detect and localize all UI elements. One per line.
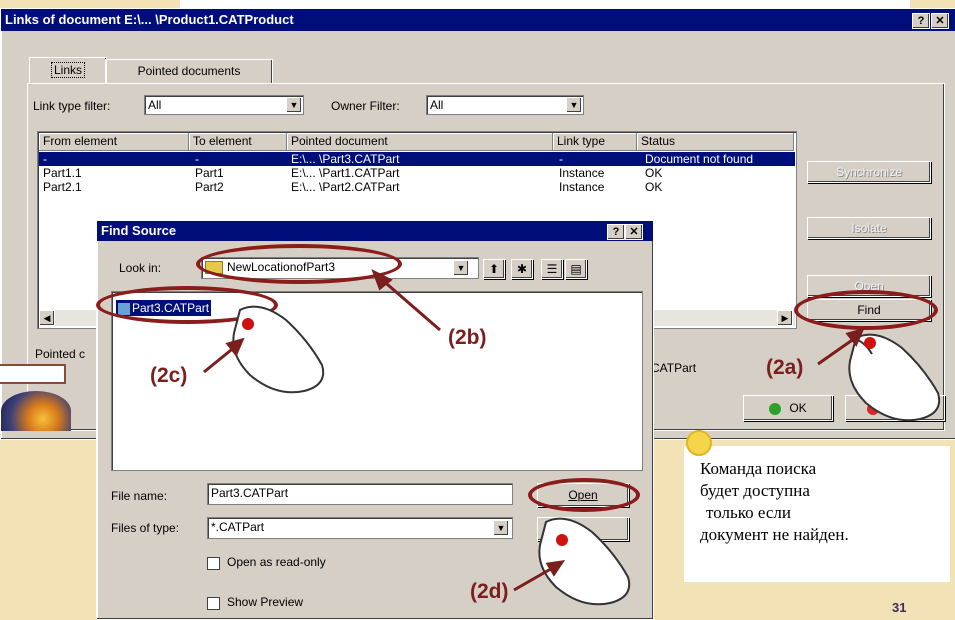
annotation-2c: (2c) [150,364,188,387]
preview-checkbox[interactable] [207,597,220,610]
files-type-label: Files of type: [111,521,180,535]
note-line: документ не найден. [700,525,849,544]
column-from-label: From element [43,134,118,148]
row-to: Part2 [195,180,224,194]
link-filter-label: Link type filter: [33,99,111,113]
find-cancel-button[interactable] [537,517,629,541]
row-type: Instance [559,166,605,180]
tab-links-label: Links [50,62,86,78]
column-pointed-label: Pointed document [291,134,388,148]
files-type-select[interactable]: *.CATPart [207,517,513,539]
note-line: только если [706,503,791,522]
owner-filter-select[interactable]: All [426,95,584,115]
annotation-2a: (2a) [766,356,804,379]
owner-filter-label: Owner Filter: [331,99,400,113]
note-line: Команда поиска [700,459,817,478]
ok-button[interactable]: OK [743,395,833,421]
find-highlight-ellipse [794,290,938,330]
bulb-icon [686,430,712,456]
list-view-icon[interactable]: ☰ [541,259,563,279]
preview-label: Show Preview [227,595,304,609]
cancel-label: Cancel [885,401,923,415]
pointed-value: CATPart [651,361,697,375]
cancel-icon [867,402,880,415]
ok-icon [769,402,782,415]
find-help-icon[interactable]: ? [607,224,625,240]
row-doc: E:\... \Part2.CATPart [291,180,400,194]
note-box: Команда поиска будет доступна только есл… [684,446,950,582]
tab-pointed-label: Pointed documents [137,64,241,78]
find-source-dialog: Find Source ? ✕ Look in: NewLocationofPa… [96,220,654,620]
up-folder-icon[interactable]: ⬆ [483,259,505,279]
owner-filter-dropdown-icon[interactable]: ▼ [566,97,582,113]
row-doc: E:\... \Part1.CATPart [291,166,400,180]
file-name-input[interactable]: Part3.CATPart [207,483,513,505]
column-type-label: Link type [557,134,606,148]
row-status: Document not found [645,152,754,166]
catia-logo-icon [1,391,71,431]
scroll-left-icon[interactable]: ◀ [39,310,55,326]
column-header-from[interactable]: From element [39,133,189,151]
link-filter-value: All [148,98,162,112]
isolate-label: Isolate [851,221,887,235]
file-highlight-ellipse [96,286,278,324]
row-status: OK [645,180,663,194]
table-row[interactable]: Part2.1 Part2 E:\... \Part2.CATPart Inst… [39,180,795,194]
row-from: - [43,152,47,166]
table-row[interactable]: Part1.1 Part1 E:\... \Part1.CATPart Inst… [39,166,795,180]
scroll-right-icon[interactable]: ▶ [777,310,793,326]
row-doc: E:\... \Part3.CATPart [291,152,400,166]
callout-box [0,364,66,384]
note-line: будет доступна [700,481,810,500]
links-dialog-titlebar: Links of document E:\... \Product1.CATPr… [1,9,955,31]
files-type-value: *.CATPart [211,520,265,534]
details-view-icon[interactable]: ▤ [565,259,587,279]
find-close-icon[interactable]: ✕ [625,224,643,240]
find-dialog-titlebar: Find Source [97,221,653,241]
row-from: Part2.1 [43,180,82,194]
link-filter-select[interactable]: All [144,95,304,115]
help-icon[interactable]: ? [912,13,930,29]
row-type: Instance [559,180,605,194]
synchronize-button[interactable]: Synchronize [807,161,931,183]
row-to: Part1 [195,166,224,180]
column-status-label: Status [641,134,676,148]
column-header-status[interactable]: Status [637,133,794,151]
row-from: Part1.1 [43,166,82,180]
ok-label: OK [789,401,807,415]
look-in-label: Look in: [119,261,162,275]
column-to-label: To element [193,134,252,148]
lookin-highlight-ellipse [196,244,402,284]
pointed-label: Pointed c [35,347,86,361]
column-header-pointed[interactable]: Pointed document [287,133,553,151]
readonly-label: Open as read-only [227,555,326,569]
column-header-type[interactable]: Link type [553,133,637,151]
links-dialog-title: Links of document E:\... \Product1.CATPr… [5,12,294,27]
open-highlight-ellipse [528,478,640,512]
find-dialog-title: Find Source [101,223,177,238]
owner-filter-value: All [430,98,444,112]
file-name-label: File name: [111,489,168,503]
tab-links[interactable]: Links [29,57,107,84]
row-type: - [559,152,563,166]
readonly-checkbox[interactable] [207,557,220,570]
file-name-value: Part3.CATPart [211,486,289,500]
row-status: OK [645,166,663,180]
cancel-button[interactable]: Cancel [845,395,945,421]
new-folder-icon[interactable]: ✱ [511,259,533,279]
row-to: - [195,152,199,166]
link-filter-dropdown-icon[interactable]: ▼ [286,97,302,113]
column-header-to[interactable]: To element [189,133,287,151]
look-in-dropdown-icon[interactable]: ▼ [453,260,469,276]
page-number: 31 [892,600,907,615]
isolate-button[interactable]: Isolate [807,217,931,239]
synchronize-label: Synchronize [835,165,903,179]
annotation-2d: (2d) [470,580,509,603]
tab-pointed-documents[interactable]: Pointed documents [105,59,273,84]
annotation-2b: (2b) [448,326,487,349]
files-type-dropdown-icon[interactable]: ▼ [493,520,509,536]
close-icon[interactable]: ✕ [931,13,949,29]
table-row[interactable]: - - E:\... \Part3.CATPart - Document not… [39,152,795,166]
